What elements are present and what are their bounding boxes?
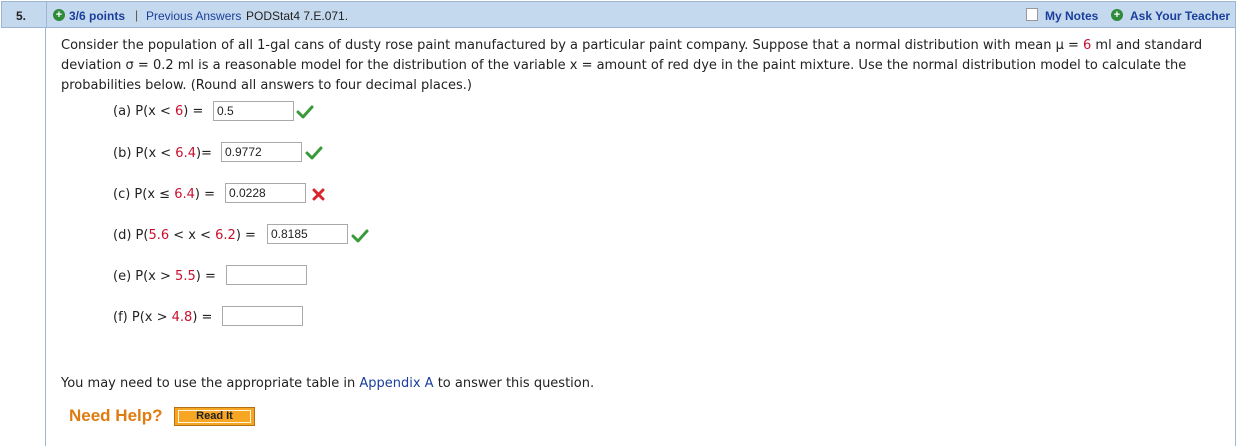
part-d-num2: 6.2 <box>215 228 236 243</box>
separator: | <box>135 8 139 22</box>
notes-document-icon[interactable] <box>1026 8 1038 21</box>
question-stem: Consider the population of all 1-gal can… <box>61 36 1221 96</box>
part-e-num: 5.5 <box>175 269 196 284</box>
answer-field-d[interactable]: 0.8185 <box>267 224 348 244</box>
part-e-post: ) = <box>195 269 216 284</box>
question-header: 5. + 3/6 points | Previous Answers PODSt… <box>1 1 1236 28</box>
part-d: (d) P(5.6 < x < 6.2) = <box>113 228 256 243</box>
answer-field-a[interactable]: 0.5 <box>213 101 294 121</box>
need-help-label: Need Help? <box>69 406 163 425</box>
question-number: 5. <box>16 9 27 23</box>
part-c-post: ) = <box>194 187 215 202</box>
part-d-mid: < x < <box>169 228 216 243</box>
previous-answers-link[interactable]: Previous Answers <box>146 9 241 23</box>
part-e: (e) P(x > 5.5) = <box>113 269 216 284</box>
part-a-pre: (a) P(x < <box>113 104 176 119</box>
part-b-post: )= <box>195 146 212 161</box>
part-c-num: 6.4 <box>174 187 195 202</box>
correct-check-icon <box>296 105 314 119</box>
part-e-pre: (e) P(x > <box>113 269 176 284</box>
stem-text-1: Consider the population of all 1-gal can… <box>61 38 1084 53</box>
answer-field-e[interactable] <box>226 265 307 285</box>
question-panel: 5. + 3/6 points | Previous Answers PODSt… <box>0 0 1245 446</box>
answer-field-c[interactable]: 0.0228 <box>225 183 306 203</box>
expand-plus-icon[interactable]: + <box>53 9 65 21</box>
ask-plus-icon[interactable]: + <box>1111 9 1123 21</box>
part-d-post: ) = <box>235 228 256 243</box>
divider <box>46 2 47 27</box>
part-a: (a) P(x < 6) = <box>113 104 203 119</box>
part-b-num: 6.4 <box>175 146 196 161</box>
part-f: (f) P(x > 4.8) = <box>113 310 212 325</box>
part-f-num: 4.8 <box>171 310 193 325</box>
part-c: (c) P(x ≤ 6.4) = <box>113 187 215 202</box>
correct-check-icon <box>305 146 323 160</box>
answer-field-f[interactable] <box>222 306 303 326</box>
incorrect-x-icon <box>312 188 325 201</box>
correct-check-icon <box>351 229 369 243</box>
note-post: to answer this question. <box>433 376 595 391</box>
part-b: (b) P(x < 6.4)= <box>113 146 212 161</box>
part-c-pre: (c) P(x ≤ <box>113 187 175 202</box>
part-d-num: 5.6 <box>148 228 170 243</box>
part-a-post: ) = <box>183 104 204 119</box>
note-pre: You may need to use the appropriate tabl… <box>61 376 360 391</box>
appendix-note: You may need to use the appropriate tabl… <box>61 376 594 391</box>
answer-field-b[interactable]: 0.9772 <box>221 142 302 162</box>
part-d-pre: (d) P( <box>113 228 149 243</box>
question-code: PODStat4 7.E.071. <box>246 9 349 23</box>
appendix-a-link[interactable]: Appendix A <box>359 376 433 391</box>
part-f-post: ) = <box>192 310 213 325</box>
part-f-pre: (f) P(x > <box>113 310 172 325</box>
points-link[interactable]: 3/6 points <box>69 9 125 23</box>
read-it-button[interactable]: Read It <box>174 407 255 426</box>
part-b-pre: (b) P(x < <box>113 146 176 161</box>
my-notes-link[interactable]: My Notes <box>1045 9 1098 23</box>
ask-teacher-link[interactable]: Ask Your Teacher <box>1130 9 1230 23</box>
